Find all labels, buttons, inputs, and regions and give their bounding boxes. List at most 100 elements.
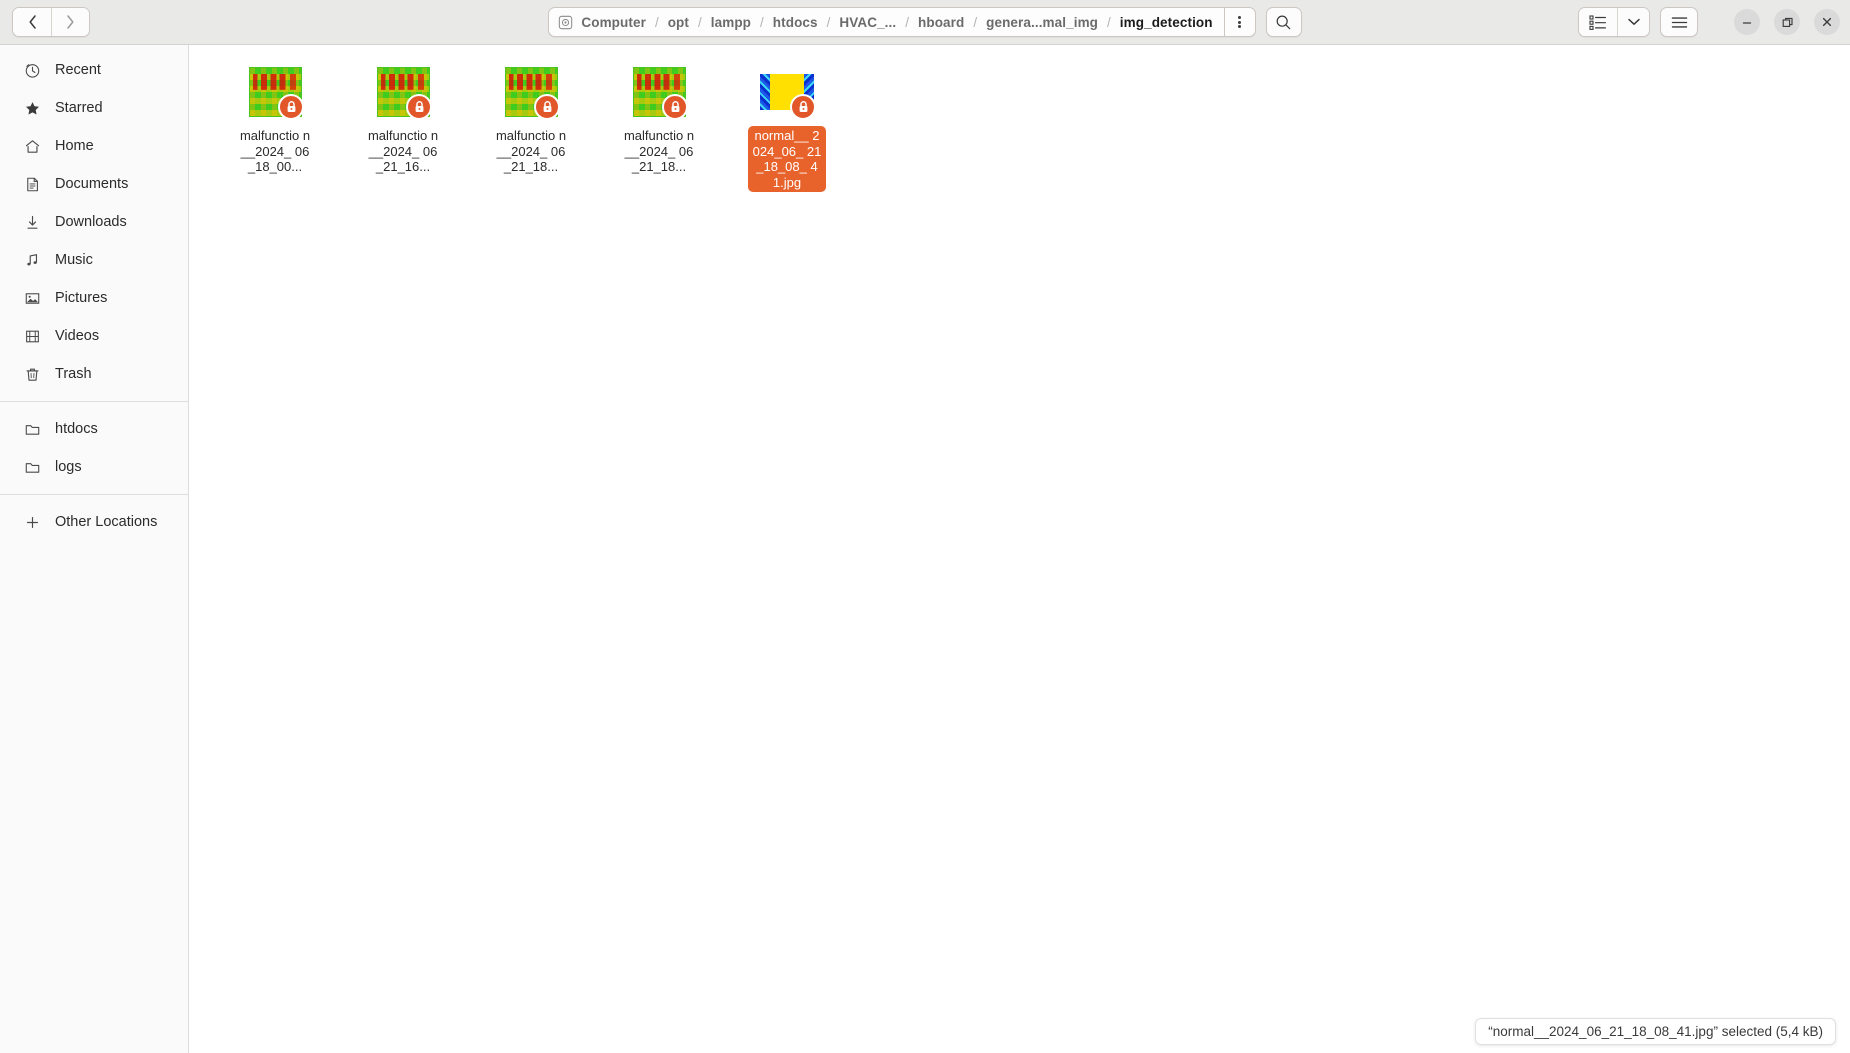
breadcrumb-separator: / [698, 14, 702, 30]
star-icon [22, 98, 42, 118]
breadcrumb-separator: / [1107, 14, 1111, 30]
vertical-dots-icon [1238, 15, 1242, 30]
sidebar-item-other-locations[interactable]: Other Locations [6, 503, 182, 541]
sidebar-item-home[interactable]: Home [6, 127, 182, 165]
forward-button[interactable] [51, 8, 89, 36]
search-icon [1276, 15, 1291, 29]
home-icon [22, 136, 42, 156]
chevron-right-icon [67, 15, 74, 29]
sidebar-item-label: Pictures [55, 290, 108, 306]
file-thumbnail [756, 63, 818, 121]
close-icon [1822, 17, 1832, 27]
breadcrumb-item-1[interactable]: opt [667, 15, 690, 30]
breadcrumb-separator: / [654, 14, 659, 30]
breadcrumb: Computer / opt / lampp / htdocs / HVAC_.… [548, 7, 1224, 37]
search-button[interactable] [1265, 7, 1302, 37]
sidebar-item-htdocs[interactable]: htdocs [6, 410, 182, 448]
sidebar-item-downloads[interactable]: Downloads [6, 203, 182, 241]
navigation-button-group [12, 7, 90, 37]
breadcrumb-item-current[interactable]: img_detection [1119, 15, 1214, 30]
window-body: Recent Starred Home Documents Downloads … [0, 45, 1850, 1053]
sidebar-item-label: Starred [55, 100, 103, 116]
folder-icon [22, 419, 42, 439]
file-item[interactable]: malfunctio n__2024_ 06_18_00... [211, 59, 339, 198]
file-name-label: normal__ 2024_06_ 21_18_08_ 41.jpg [748, 126, 826, 192]
picture-icon [22, 288, 42, 308]
breadcrumb-item-4[interactable]: HVAC_... [838, 15, 897, 30]
sidebar-item-videos[interactable]: Videos [6, 317, 182, 355]
sidebar-item-label: Home [55, 138, 94, 154]
header-bar: Computer / opt / lampp / htdocs / HVAC_.… [0, 0, 1850, 45]
sidebar-item-label: Downloads [55, 214, 127, 230]
lock-icon [534, 94, 560, 120]
sidebar-item-documents[interactable]: Documents [6, 165, 182, 203]
window-controls [1720, 9, 1840, 35]
sidebar-item-label: Trash [55, 366, 92, 382]
music-note-icon [22, 250, 42, 270]
clock-icon [22, 60, 42, 80]
sidebar-divider [0, 401, 188, 402]
back-button[interactable] [13, 8, 51, 36]
file-grid: malfunctio n__2024_ 06_18_00... malfunct… [211, 59, 1850, 198]
path-bar-container: Computer / opt / lampp / htdocs / HVAC_.… [0, 7, 1850, 37]
file-name-label: malfunctio n__2024_ 06_21_18... [495, 128, 567, 174]
file-name-label: malfunctio n__2024_ 06_18_00... [239, 128, 311, 174]
trash-icon [22, 364, 42, 384]
status-bar: “normal__2024_06_21_18_08_41.jpg” select… [1475, 1018, 1836, 1045]
sidebar-item-logs[interactable]: logs [6, 448, 182, 486]
sidebar-item-label: htdocs [55, 421, 98, 437]
chevron-down-icon [1627, 18, 1640, 25]
breadcrumb-separator: / [826, 14, 831, 30]
lock-icon [790, 94, 816, 120]
sidebar-item-label: Other Locations [55, 514, 158, 530]
sidebar-item-label: Documents [55, 176, 129, 192]
file-item[interactable]: malfunctio n__2024_ 06_21_16... [339, 59, 467, 198]
disk-icon [558, 15, 573, 30]
sidebar-item-trash[interactable]: Trash [6, 355, 182, 393]
minimize-button[interactable] [1734, 9, 1760, 35]
breadcrumb-separator: / [905, 14, 909, 30]
maximize-button[interactable] [1774, 9, 1800, 35]
path-options-menu-button[interactable] [1223, 7, 1256, 37]
sidebar-item-label: Videos [55, 328, 100, 344]
sidebar-item-pictures[interactable]: Pictures [6, 279, 182, 317]
sidebar-item-label: logs [55, 459, 82, 475]
chevron-left-icon [28, 15, 36, 29]
view-list-button[interactable] [1579, 8, 1617, 36]
breadcrumb-item-6[interactable]: genera...mal_img [985, 15, 1099, 30]
file-name-label: malfunctio n__2024_ 06_21_16... [367, 128, 439, 174]
breadcrumb-item-3[interactable]: htdocs [772, 15, 819, 30]
sidebar: Recent Starred Home Documents Downloads … [0, 45, 189, 1053]
folder-icon [22, 457, 42, 477]
document-icon [22, 174, 42, 194]
sidebar-item-label: Recent [55, 62, 101, 78]
sidebar-item-starred[interactable]: Starred [6, 89, 182, 127]
breadcrumb-separator: / [760, 14, 764, 30]
breadcrumb-item-2[interactable]: lampp [710, 15, 752, 30]
lock-icon [278, 94, 304, 120]
file-thumbnail [372, 63, 434, 121]
lock-icon [406, 94, 432, 120]
file-item[interactable]: malfunctio n__2024_ 06_21_18... [595, 59, 723, 198]
file-thumbnail [500, 63, 562, 121]
close-button[interactable] [1814, 9, 1840, 35]
breadcrumb-item-0[interactable]: Computer [580, 15, 647, 30]
maximize-icon [1782, 17, 1793, 27]
sidebar-item-music[interactable]: Music [6, 241, 182, 279]
minimize-icon [1742, 22, 1752, 24]
file-grid-view[interactable]: malfunctio n__2024_ 06_18_00... malfunct… [189, 45, 1850, 1053]
header-right-controls [1578, 7, 1840, 37]
sidebar-divider [0, 494, 188, 495]
download-icon [22, 212, 42, 232]
plus-icon [22, 512, 42, 532]
file-item[interactable]: malfunctio n__2024_ 06_21_18... [467, 59, 595, 198]
file-thumbnail [244, 63, 306, 121]
breadcrumb-item-5[interactable]: hboard [917, 15, 965, 30]
view-toggle-group [1578, 7, 1650, 37]
file-item-selected[interactable]: normal__ 2024_06_ 21_18_08_ 41.jpg [723, 59, 851, 198]
view-options-dropdown[interactable] [1617, 8, 1649, 36]
main-menu-button[interactable] [1660, 7, 1698, 37]
file-thumbnail [628, 63, 690, 121]
sidebar-item-recent[interactable]: Recent [6, 51, 182, 89]
film-icon [22, 326, 42, 346]
